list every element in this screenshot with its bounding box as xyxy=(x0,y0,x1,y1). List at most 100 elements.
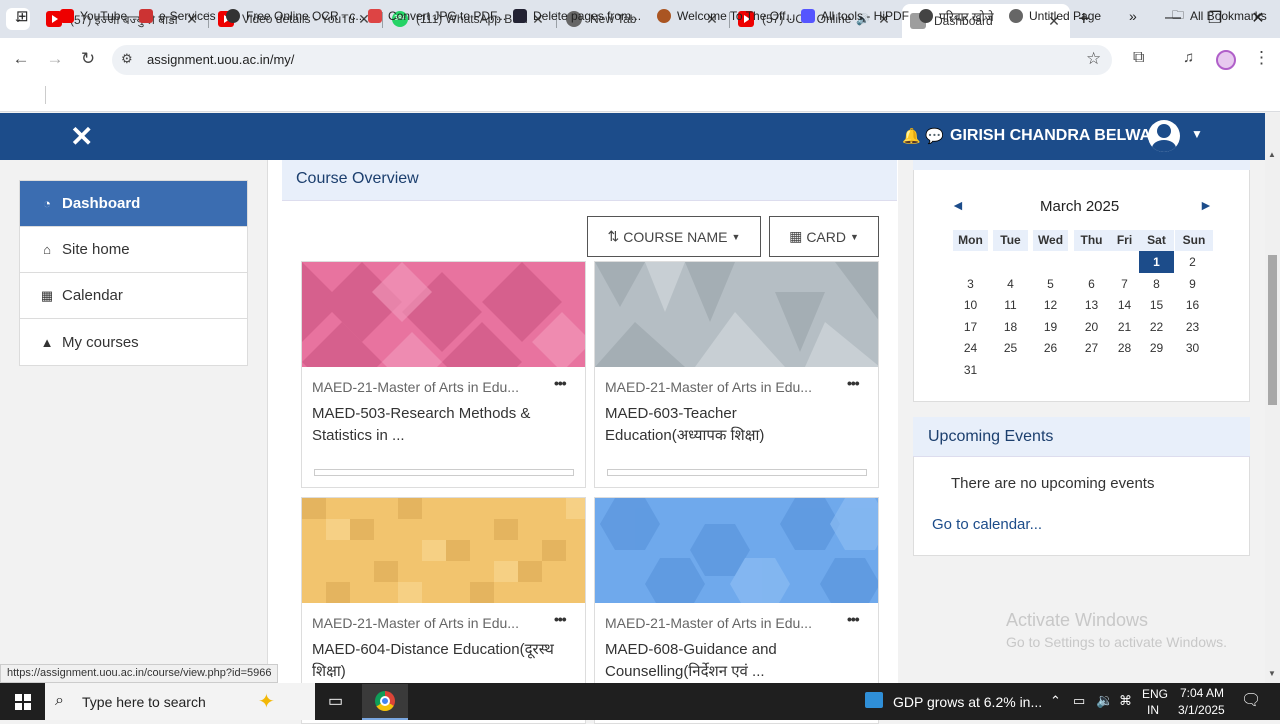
bookmark-jpg-to-pdf[interactable]: Convert JPG to PDF... xyxy=(368,7,506,25)
url-text[interactable]: assignment.uou.ac.in/my/ xyxy=(147,52,294,67)
course-card[interactable]: MAED-21-Master of Arts in Edu... ••• MAE… xyxy=(594,261,879,488)
bookmark-youtube[interactable]: YouTube xyxy=(60,7,127,25)
calendar-day[interactable]: 29 xyxy=(1139,341,1174,355)
calendar-day[interactable]: 15 xyxy=(1139,298,1174,312)
more-options-icon[interactable]: ••• xyxy=(847,611,860,627)
calendar-day[interactable]: 20 xyxy=(1074,320,1109,334)
messages-icon[interactable]: 💬 xyxy=(925,127,944,145)
scrollbar-thumb[interactable] xyxy=(1268,255,1277,405)
sidebar-item-site-home[interactable]: ⌂ Site home xyxy=(20,227,247,273)
sidebar-item-dashboard[interactable]: ◔ Dashboard xyxy=(20,181,247,227)
calendar-day[interactable]: 7 xyxy=(1107,277,1142,291)
show-hidden-icons-icon[interactable]: ⌃ xyxy=(1050,693,1061,709)
calendar-day[interactable]: 24 xyxy=(953,341,988,355)
calendar-day[interactable]: 30 xyxy=(1175,341,1210,355)
next-month-arrow[interactable]: ► xyxy=(1199,197,1213,213)
notifications-icon[interactable]: 🗨 xyxy=(1241,690,1261,710)
calendar-day[interactable]: 31 xyxy=(953,363,988,377)
go-to-calendar-link[interactable]: Go to calendar... xyxy=(932,516,1042,533)
calendar-day[interactable]: 5 xyxy=(1033,277,1068,291)
media-control-icon[interactable]: ♫ xyxy=(1183,49,1194,66)
clock-date[interactable]: 3/1/2025 xyxy=(1178,703,1225,717)
close-drawer-button[interactable]: ✕ xyxy=(70,123,93,151)
more-options-icon[interactable]: ••• xyxy=(847,375,860,391)
region-indicator[interactable]: IN xyxy=(1147,703,1159,717)
all-bookmarks[interactable]: 🗀 All Bookmarks xyxy=(1172,7,1267,25)
forward-button[interactable]: → xyxy=(44,48,66,70)
language-indicator[interactable]: ENG xyxy=(1142,687,1168,701)
calendar-day[interactable]: 9 xyxy=(1175,277,1210,291)
bookmark-untitled[interactable]: Untitled Page xyxy=(1009,7,1101,25)
calendar-day[interactable]: 23 xyxy=(1175,320,1210,334)
network-icon[interactable]: ⌘ xyxy=(1119,693,1132,709)
calendar-day[interactable]: 27 xyxy=(1074,341,1109,355)
course-image[interactable] xyxy=(302,498,585,603)
calendar-day[interactable]: 3 xyxy=(953,277,988,291)
scroll-down-arrow-icon[interactable]: ▼ xyxy=(1268,669,1276,678)
sparkle-icon: ✦ xyxy=(258,691,275,713)
calendar-day[interactable]: 12 xyxy=(1033,298,1068,312)
calendar-day[interactable]: 28 xyxy=(1107,341,1142,355)
course-card[interactable]: MAED-21-Master of Arts in Edu... ••• MAE… xyxy=(301,261,586,488)
course-image[interactable] xyxy=(595,498,878,603)
course-name-link[interactable]: MAED-603-Teacher Education(अध्यापक शिक्ष… xyxy=(605,403,855,447)
volume-icon[interactable]: 🔉 xyxy=(1096,692,1113,709)
sidebar-item-calendar[interactable]: ▦ Calendar xyxy=(20,273,247,319)
sidebar-item-my-courses[interactable]: ▲ My courses xyxy=(20,319,247,365)
news-headline[interactable]: GDP grows at 6.2% in... xyxy=(893,694,1042,710)
apps-icon[interactable]: ⊞ xyxy=(16,7,29,25)
course-name-link[interactable]: MAED-608-Guidance and Counselling(निर्दे… xyxy=(605,639,855,683)
calendar-day[interactable]: 11 xyxy=(993,298,1028,312)
calendar-day[interactable]: 21 xyxy=(1107,320,1142,334)
calendar-day[interactable]: 13 xyxy=(1074,298,1109,312)
user-menu-caret-icon[interactable]: ▼ xyxy=(1191,127,1203,141)
back-button[interactable]: ← xyxy=(10,48,32,70)
bookmark-star-icon[interactable]: ☆ xyxy=(1086,49,1101,69)
user-name[interactable]: GIRISH CHANDRA BELWAL xyxy=(950,127,1161,145)
course-image[interactable] xyxy=(595,262,878,367)
bookmark-e-services[interactable]: e-Services xyxy=(139,7,216,25)
calendar-day[interactable]: 6 xyxy=(1074,277,1109,291)
calendar-day[interactable]: 4 xyxy=(993,277,1028,291)
calendar-day[interactable]: 18 xyxy=(993,320,1028,334)
calendar-day[interactable]: 16 xyxy=(1175,298,1210,312)
bookmark-hipdf[interactable]: All tools - HiPDF xyxy=(801,7,909,25)
course-name-link[interactable]: MAED-604-Distance Education(दूरस्थ शिक्ष… xyxy=(312,639,562,683)
course-name-link[interactable]: MAED-503-Research Methods & Statistics i… xyxy=(312,403,562,447)
scroll-up-arrow-icon[interactable]: ▲ xyxy=(1268,150,1276,159)
calendar-day[interactable]: 26 xyxy=(1033,341,1068,355)
calendar-day-today[interactable]: 1 xyxy=(1139,251,1174,273)
site-info-icon[interactable]: ⚙ xyxy=(121,51,133,67)
course-image[interactable] xyxy=(302,262,585,367)
globe-icon xyxy=(1009,9,1023,23)
notification-bell-icon[interactable]: 🔔 xyxy=(902,127,921,145)
extensions-icon[interactable]: ⧉ xyxy=(1133,49,1144,67)
bookmark-ocr[interactable]: Free Online OCR - c... xyxy=(226,7,365,25)
calendar-day[interactable]: 17 xyxy=(953,320,988,334)
view-dropdown[interactable]: ▦ CARD ▼ xyxy=(769,216,879,257)
sort-dropdown[interactable]: ⇅ COURSE NAME ▼ xyxy=(587,216,761,257)
calendar-day[interactable]: 22 xyxy=(1139,320,1174,334)
calendar-day[interactable]: 2 xyxy=(1175,255,1210,269)
calendar-day[interactable]: 19 xyxy=(1033,320,1068,334)
more-options-icon[interactable]: ••• xyxy=(554,611,567,627)
calendar-day[interactable]: 8 xyxy=(1139,277,1174,291)
bookmark-delete-pages[interactable]: Delete pages from... xyxy=(513,7,641,25)
windows-start-icon[interactable] xyxy=(0,683,45,720)
calendar-day[interactable]: 25 xyxy=(993,341,1028,355)
more-bookmarks-icon[interactable]: » xyxy=(1129,7,1137,25)
bookmark-welcome[interactable]: Welcome To The Off... xyxy=(657,7,796,25)
menu-icon[interactable]: ⋮ xyxy=(1253,48,1270,68)
clock-time[interactable]: 7:04 AM xyxy=(1180,686,1224,700)
previous-month-arrow[interactable]: ◄ xyxy=(951,197,965,213)
calendar-day[interactable]: 14 xyxy=(1107,298,1142,312)
avatar[interactable] xyxy=(1148,120,1180,152)
reload-button[interactable]: ↻ xyxy=(77,48,99,70)
taskbar-search-placeholder[interactable]: Type here to search xyxy=(82,694,206,710)
calendar-day[interactable]: 10 xyxy=(953,298,988,312)
task-view-icon[interactable]: ▭ xyxy=(328,691,343,711)
battery-icon[interactable]: ▭ xyxy=(1073,693,1085,709)
more-options-icon[interactable]: ••• xyxy=(554,375,567,391)
bookmark-parivar[interactable]: परिवार खोजे xyxy=(919,7,994,25)
profile-avatar-icon[interactable] xyxy=(1216,50,1236,70)
